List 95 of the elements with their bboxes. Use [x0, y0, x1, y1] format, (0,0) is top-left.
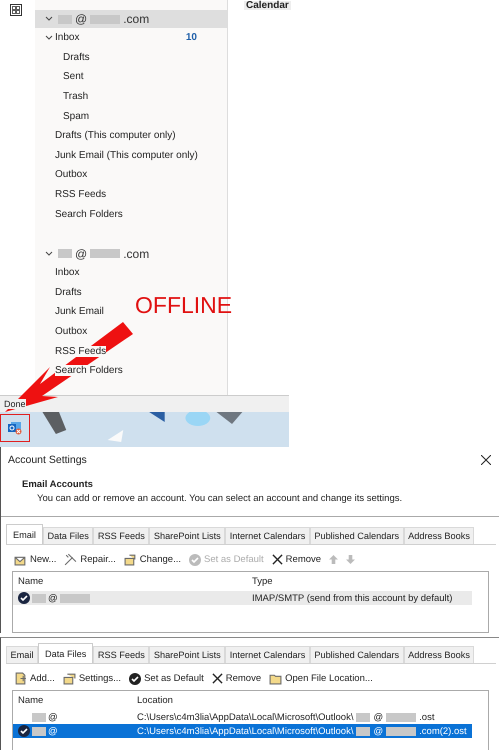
tab[interactable]: RSS Feeds: [93, 527, 150, 544]
column-header[interactable]: Location: [133, 695, 472, 706]
folder-item[interactable]: RSS Feeds: [55, 189, 106, 200]
document-add-icon: [14, 672, 27, 685]
blurred-block: [356, 726, 370, 736]
data-file-row[interactable]: @ C:\Users\c4m3lia\AppData\Local\Microsoft\Outlook\ @ .com(2).ost: [13, 724, 472, 738]
account-header[interactable]: @ .com: [35, 244, 227, 263]
blurred-block: [386, 726, 416, 736]
toolbar-button[interactable]: Open File Location...: [269, 672, 373, 685]
account-name: @: [75, 246, 88, 261]
blurred-block: [32, 594, 46, 602]
folder-icon: [269, 672, 282, 685]
folder-item[interactable]: Drafts (This computer only): [55, 130, 176, 142]
blurred-block: [58, 249, 72, 258]
folder-item[interactable]: Trash: [63, 91, 88, 102]
file-name: @: [48, 712, 58, 722]
folder-item[interactable]: Inbox: [55, 32, 80, 44]
file-name: @: [373, 712, 384, 722]
blurred-block: [32, 726, 46, 736]
toolbar-button[interactable]: Set as Default: [129, 672, 204, 684]
account-name: .com: [123, 12, 150, 26]
up-arrow-icon: [329, 555, 338, 564]
folder-item[interactable]: Inbox: [55, 267, 80, 278]
column-header[interactable]: Type: [248, 576, 472, 587]
folder-item[interactable]: Junk Email (This computer only): [55, 150, 198, 161]
column-header[interactable]: Name: [13, 576, 248, 587]
tab[interactable]: Email: [6, 524, 43, 544]
file-name: @: [373, 726, 384, 736]
file-name: .ost: [419, 712, 434, 722]
data-file-row[interactable]: @ C:\Users\c4m3lia\AppData\Local\Microsoft\Outlook\ @ .ost: [13, 710, 472, 724]
tab[interactable]: Email: [6, 646, 38, 663]
blurred-block: [32, 712, 46, 722]
tab[interactable]: Published Calendars: [310, 646, 404, 663]
tab[interactable]: Address Books: [404, 646, 474, 663]
close-icon: [481, 455, 491, 465]
unread-count: 10: [186, 32, 197, 44]
toolbar-button[interactable]: Add...: [14, 672, 55, 685]
blurred-block: [60, 594, 90, 602]
close-icon: [212, 673, 223, 684]
toolbar-button[interactable]: Change...: [124, 553, 181, 566]
apps-grid-icon[interactable]: [10, 4, 22, 16]
blurred-block: [386, 712, 416, 722]
blurred-block: [90, 249, 120, 258]
check-circle-icon: [129, 672, 142, 684]
folder-item[interactable]: Drafts: [55, 286, 82, 298]
account-header[interactable]: @ .com: [35, 10, 227, 28]
folder-item[interactable]: Sent: [63, 71, 84, 82]
close-icon: [272, 554, 283, 565]
folder-item[interactable]: Outbox: [55, 326, 88, 338]
toolbar-button[interactable]: Remove: [212, 673, 262, 684]
toolbar-button[interactable]: Repair...: [64, 553, 116, 566]
blurred-block: [356, 712, 370, 722]
account-name: @: [48, 592, 58, 604]
tab[interactable]: Internet Calendars: [225, 527, 310, 544]
section-description: You can add or remove an account. You can select an account and change its settings.: [36, 493, 404, 504]
folder-item[interactable]: Search Folders: [55, 365, 123, 376]
chevron-icon[interactable]: [45, 34, 53, 42]
tab[interactable]: RSS Feeds: [93, 646, 150, 663]
folder-item[interactable]: Junk Email: [55, 306, 104, 318]
tab[interactable]: SharePoint Lists: [149, 646, 226, 663]
calendar-label[interactable]: Calendar: [244, 1, 291, 10]
chevron-icon[interactable]: [45, 15, 53, 23]
file-name: @: [48, 726, 58, 736]
file-name: .com(2).ost: [419, 726, 467, 736]
check-circle-icon: [189, 554, 201, 566]
chevron-icon[interactable]: [45, 250, 53, 258]
tools-icon: [64, 553, 78, 566]
tab[interactable]: Data Files: [38, 643, 94, 663]
folder-item[interactable]: Drafts: [63, 52, 90, 63]
account-name: .com: [123, 246, 150, 261]
dialog-title: Account Settings: [8, 454, 87, 466]
folder-item[interactable]: Search Folders: [55, 208, 123, 220]
toolbar-button[interactable]: New...: [14, 553, 56, 566]
account-row[interactable]: @ IMAP/SMTP (send from this account by default): [13, 591, 472, 605]
account-name: @: [75, 12, 88, 26]
tab[interactable]: Address Books: [404, 527, 474, 544]
tab[interactable]: SharePoint Lists: [149, 527, 226, 544]
tab[interactable]: Data Files: [42, 527, 94, 544]
tab[interactable]: Internet Calendars: [225, 646, 310, 663]
close-button[interactable]: [479, 453, 493, 467]
toolbar-button[interactable]: Remove: [272, 554, 322, 565]
file-path: C:\Users\c4m3lia\AppData\Local\Microsoft\Outlook\: [137, 726, 354, 736]
folder-item[interactable]: Outbox: [55, 169, 88, 180]
folder-item[interactable]: RSS Feeds: [55, 346, 106, 357]
status-text: Done: [4, 399, 26, 409]
offline-annotation: OFFLINE: [135, 292, 232, 319]
mail-offline-icon[interactable]: [0, 414, 30, 442]
column-header[interactable]: Name: [13, 695, 133, 706]
folder-item[interactable]: Spam: [63, 110, 90, 122]
tab[interactable]: Published Calendars: [310, 527, 404, 544]
toolbar-button[interactable]: Settings...: [62, 672, 122, 685]
section-heading: Email Accounts: [22, 479, 94, 490]
table-cell-text: IMAP/SMTP (send from this account by default): [251, 592, 454, 604]
file-path: C:\Users\c4m3lia\AppData\Local\Microsoft\Outlook\: [137, 712, 354, 722]
down-arrow-icon: [346, 555, 356, 564]
